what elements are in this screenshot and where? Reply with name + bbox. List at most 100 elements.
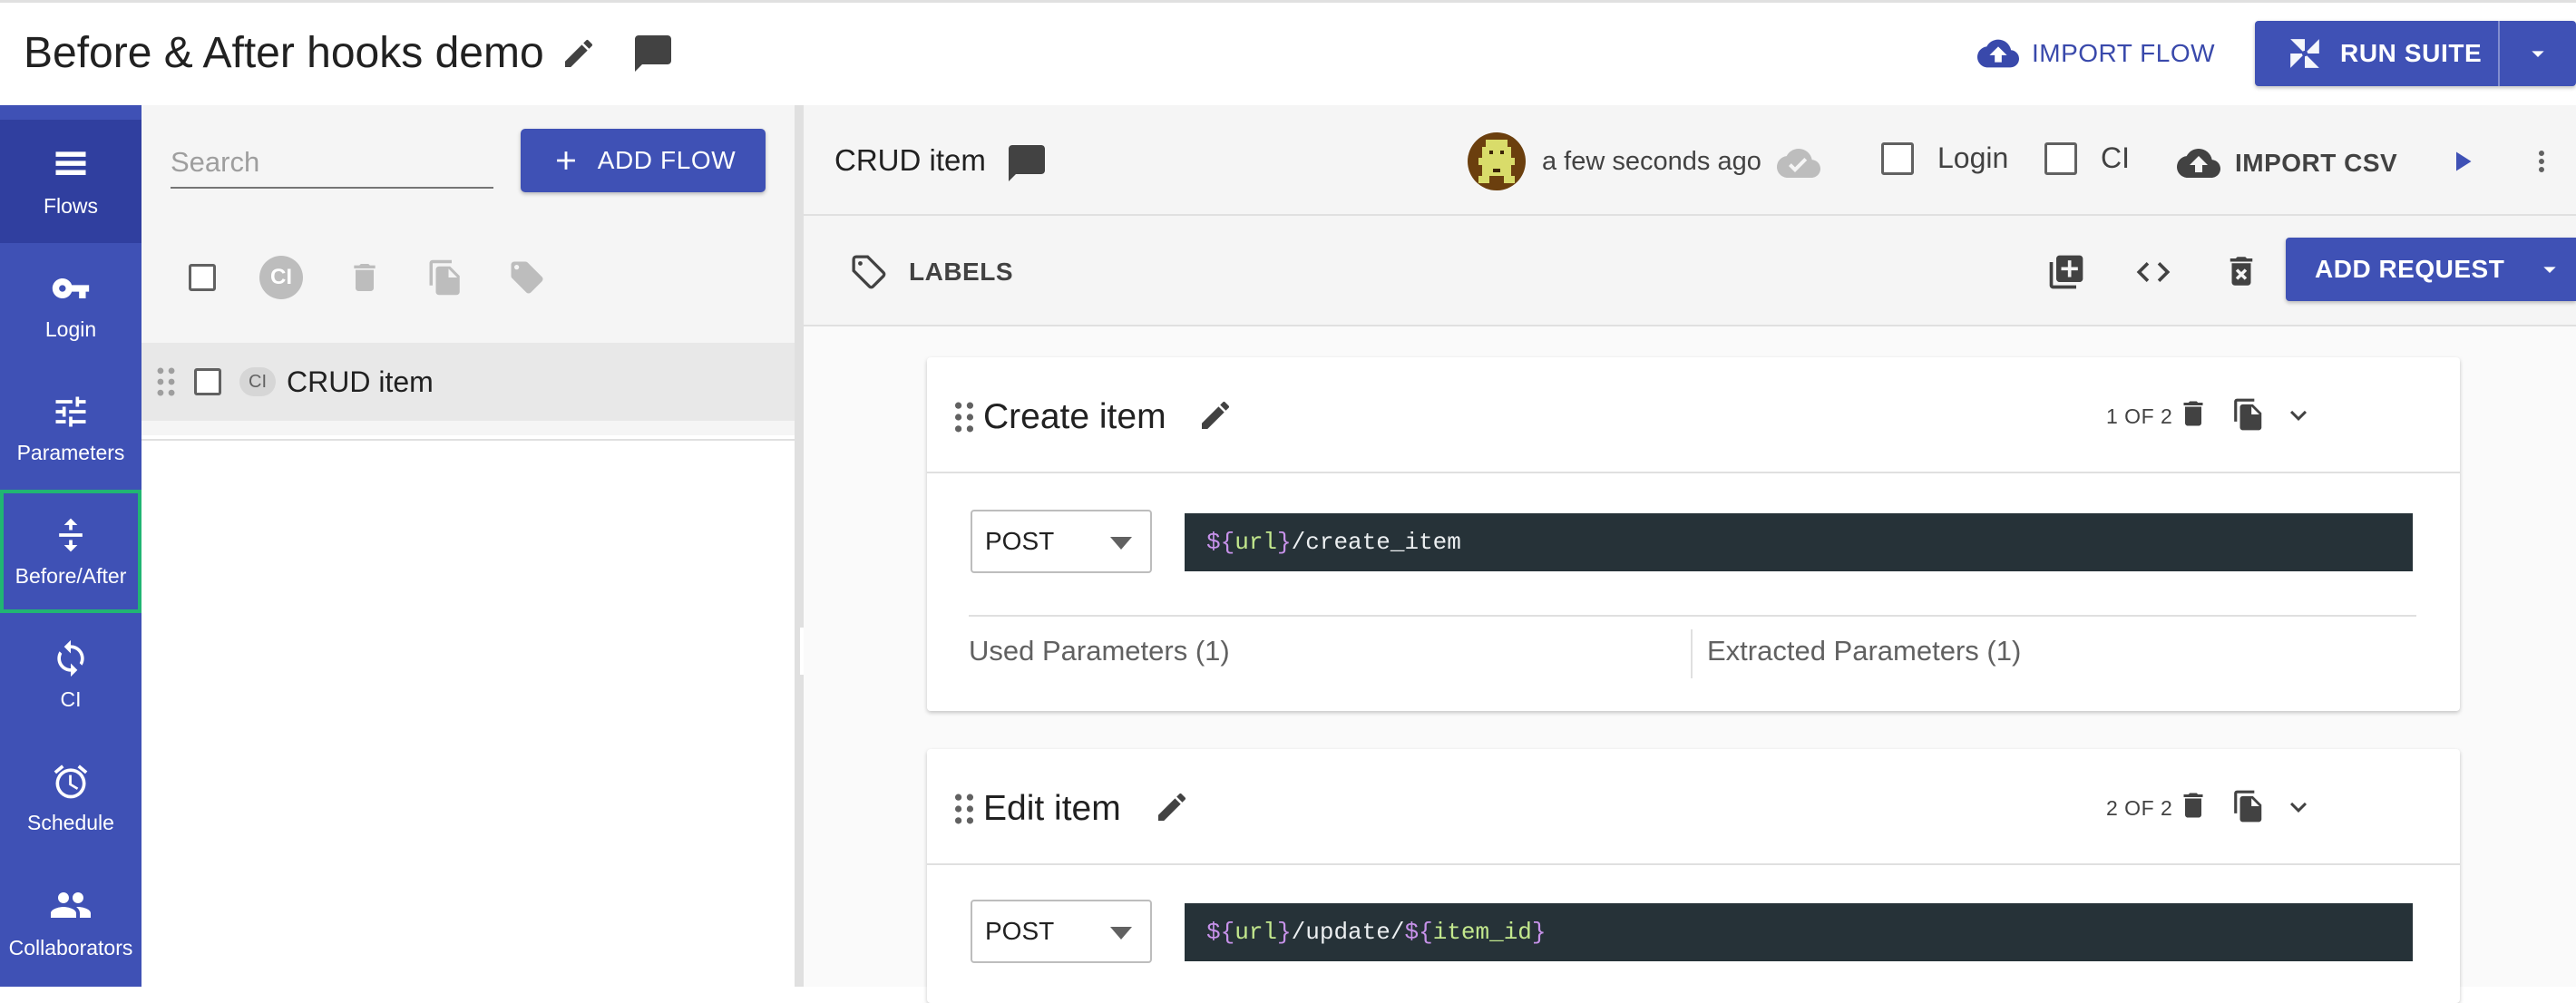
nav-item-schedule[interactable]: Schedule	[0, 736, 141, 860]
edit-icon[interactable]	[1154, 789, 1190, 825]
delete-icon[interactable]	[2177, 789, 2210, 822]
url-token: ${	[1404, 919, 1433, 946]
nav-item-parameters[interactable]: Parameters	[0, 366, 141, 490]
more-vert-icon[interactable]	[2525, 145, 2558, 178]
label-outline-icon	[852, 255, 886, 289]
search-field	[171, 138, 493, 189]
tune-icon	[55, 396, 86, 426]
request-card: Create item 1 OF 2 POST ${url}/create_it…	[927, 357, 2460, 711]
request-card-header[interactable]: Create item 1 OF 2	[927, 357, 2460, 473]
add-flow-button[interactable]: ADD FLOW	[521, 129, 766, 192]
request-title: Edit item	[983, 789, 1121, 828]
url-path: /update/	[1291, 919, 1405, 946]
nav-item-collaborators[interactable]: Collaborators	[0, 860, 141, 983]
suite-title: Before & After hooks demo	[24, 29, 544, 77]
search-input[interactable]	[171, 138, 493, 187]
divider	[969, 615, 2416, 617]
add-to-queue-icon[interactable]	[2046, 252, 2086, 292]
method-select[interactable]: POST	[971, 510, 1152, 573]
url-token: }	[1277, 919, 1292, 946]
url-input[interactable]: ${url}/update/${item_id}	[1185, 903, 2413, 961]
add-flow-label: ADD FLOW	[597, 146, 737, 174]
flow-checkbox[interactable]	[194, 368, 221, 395]
ci-toggle[interactable]: CI	[2044, 141, 2130, 175]
divider	[1691, 629, 1693, 678]
cloud-upload-icon	[2177, 149, 2220, 178]
cloud-done-icon	[1776, 145, 1821, 181]
run-suite-button-group: RUN SUITE	[2255, 21, 2576, 86]
request-card: Edit item 2 OF 2 POST ${url}/update/${it…	[927, 749, 2460, 1003]
ci-checkbox[interactable]	[2044, 141, 2077, 175]
panel-splitter[interactable]	[795, 105, 804, 987]
key-icon	[52, 278, 90, 298]
run-suite-label: RUN SUITE	[2340, 39, 2483, 67]
nav-label: Collaborators	[8, 935, 133, 959]
run-suite-dropdown[interactable]	[2498, 21, 2576, 86]
copy-icon[interactable]	[2231, 789, 2266, 823]
comment-icon[interactable]	[631, 32, 675, 75]
list-icon	[55, 151, 86, 175]
extracted-parameters-tab[interactable]: Extracted Parameters (1)	[1707, 635, 2021, 667]
add-request-label: ADD REQUEST	[2315, 255, 2505, 283]
login-checkbox[interactable]	[1881, 141, 1914, 175]
flow-editor: CRUD item a few seconds ago Login CI IMP…	[804, 105, 2576, 1003]
nav-item-before-after[interactable]: Before/After	[0, 490, 141, 613]
label-icon[interactable]	[508, 258, 546, 297]
plus-icon	[556, 151, 575, 170]
request-position: 2 OF 2	[2106, 796, 2173, 820]
method-select[interactable]: POST	[971, 900, 1152, 963]
login-toggle[interactable]: Login	[1881, 141, 2008, 175]
flows-header: ADD FLOW	[141, 105, 795, 218]
used-parameters-tab[interactable]: Used Parameters (1)	[969, 635, 1230, 667]
method-value: POST	[985, 527, 1055, 555]
drag-handle-icon[interactable]	[952, 793, 976, 825]
copy-icon[interactable]	[426, 258, 464, 297]
nav-label: Login	[44, 316, 97, 341]
url-token: item_id	[1432, 919, 1532, 946]
people-icon	[51, 891, 91, 918]
nav-item-flows[interactable]: Flows	[0, 120, 141, 243]
avatar[interactable]	[1468, 132, 1526, 190]
run-suite-button[interactable]: RUN SUITE	[2255, 21, 2498, 86]
drag-handle-icon[interactable]	[154, 366, 178, 397]
url-token: ${	[1206, 529, 1235, 556]
method-value: POST	[985, 917, 1055, 945]
edit-icon[interactable]	[561, 35, 597, 72]
import-flow-button[interactable]: IMPORT FLOW	[1977, 34, 2215, 73]
import-csv-button[interactable]: IMPORT CSV	[2177, 141, 2397, 185]
url-token: ${	[1206, 919, 1235, 946]
url-token: url	[1234, 529, 1278, 556]
code-icon[interactable]	[2133, 252, 2173, 292]
labels-label: LABELS	[909, 258, 1013, 286]
flow-list-item[interactable]: CI CRUD item	[141, 343, 795, 421]
expand-more-icon[interactable]	[2282, 399, 2315, 432]
nav-item-login[interactable]: Login	[0, 243, 141, 366]
labels-button[interactable]: LABELS	[849, 252, 1013, 292]
add-request-button[interactable]: ADD REQUEST	[2286, 238, 2576, 301]
edit-icon[interactable]	[1197, 397, 1234, 433]
expand-more-icon[interactable]	[2282, 791, 2315, 823]
nav-label: CI	[60, 687, 82, 711]
delete-icon[interactable]	[2222, 252, 2260, 290]
copy-icon[interactable]	[2231, 397, 2266, 432]
flows-panel: ADD FLOW CI CI CRUD item	[141, 105, 795, 987]
url-input[interactable]: ${url}/create_item	[1185, 513, 2413, 571]
request-title: Create item	[983, 397, 1166, 436]
delete-icon[interactable]	[346, 259, 383, 296]
import-flow-label: IMPORT FLOW	[2032, 39, 2216, 67]
play-icon[interactable]	[2445, 145, 2478, 178]
arrow-drop-down-icon	[1110, 927, 1132, 940]
drag-handle-icon[interactable]	[952, 401, 976, 433]
ci-chip: CI	[239, 367, 276, 396]
pinwheel-icon	[2290, 39, 2319, 68]
select-all-checkbox[interactable]	[189, 264, 216, 291]
nav-label: Flows	[43, 193, 99, 218]
request-card-header[interactable]: Edit item 2 OF 2	[927, 749, 2460, 865]
flow-title: CRUD item	[834, 143, 986, 177]
comment-icon[interactable]	[1005, 141, 1049, 185]
ci-toggle-button[interactable]: CI	[259, 256, 303, 299]
nav-item-ci[interactable]: CI	[0, 613, 141, 736]
url-token: url	[1234, 919, 1278, 946]
delete-icon[interactable]	[2177, 397, 2210, 430]
arrow-drop-down-icon	[2543, 267, 2556, 273]
